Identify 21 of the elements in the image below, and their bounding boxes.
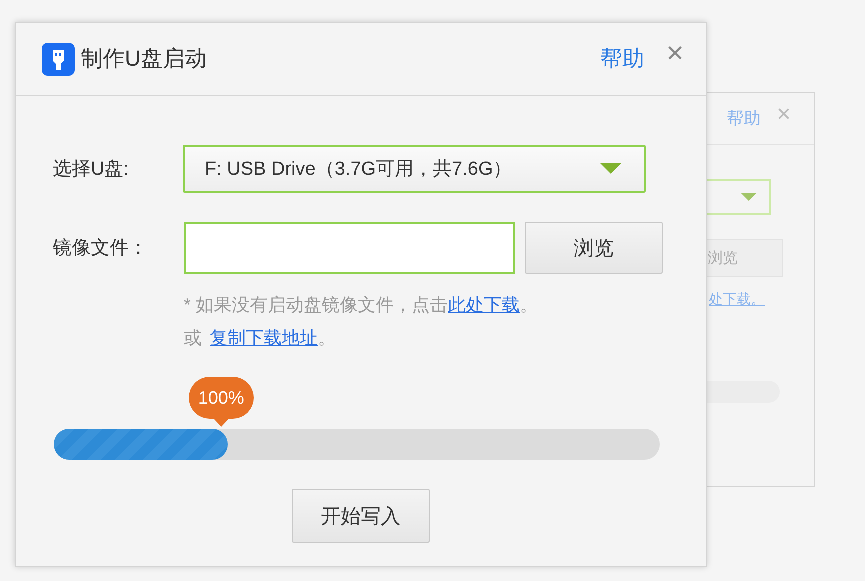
help-link[interactable]: 帮助	[727, 107, 761, 130]
hint-text: * 如果没有启动盘镜像文件，点击	[184, 294, 448, 317]
progress-bubble: 100%	[188, 377, 254, 427]
download-link[interactable]: 此处下载	[448, 289, 520, 322]
input-field[interactable]	[184, 222, 515, 274]
help-link[interactable]: 帮助	[600, 44, 644, 74]
hint-text: 或	[184, 327, 202, 350]
start-write-button[interactable]: 开始写入	[292, 489, 430, 543]
hint-text: 。	[318, 327, 336, 350]
usb-drive-icon	[42, 42, 75, 76]
drive-dropdown[interactable]: F: USB Drive（3.7G可用，共7.6G）	[183, 145, 646, 193]
hint-text: 。	[520, 294, 538, 317]
copy-address-link[interactable]: 复制下载地址	[210, 322, 318, 355]
download-link[interactable]: 处下载。	[709, 291, 765, 309]
browse-button[interactable]: 浏览	[525, 222, 663, 274]
dropdown-arrow-icon	[741, 192, 757, 202]
field-label: 选择U盘:	[53, 158, 130, 182]
field-label: 镜像文件：	[53, 237, 149, 261]
dropdown-arrow-icon	[600, 163, 622, 175]
window-title: 制作U盘启动	[81, 45, 207, 73]
close-button[interactable]: ×	[666, 39, 684, 69]
